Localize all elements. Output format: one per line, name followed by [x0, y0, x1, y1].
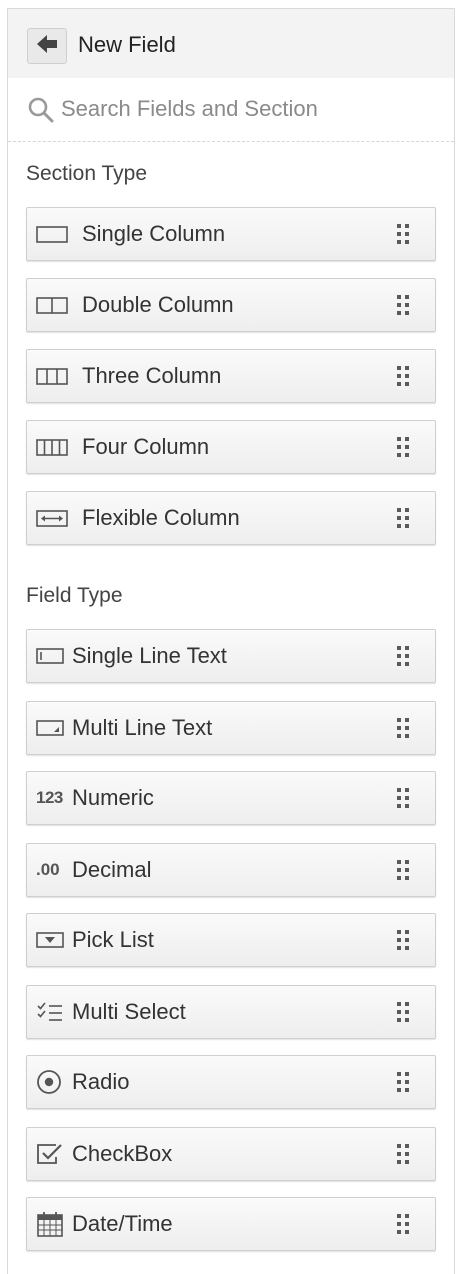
drag-handle-icon[interactable] — [397, 860, 409, 880]
checkbox-icon — [36, 1141, 70, 1167]
drag-handle-icon[interactable] — [397, 508, 409, 528]
field-item-radio[interactable]: Radio — [26, 1055, 436, 1109]
item-label: Multi Line Text — [72, 715, 213, 740]
section-item-flexible-column[interactable]: Flexible Column — [26, 491, 436, 545]
multi-line-text-icon — [36, 715, 70, 741]
field-item-numeric[interactable]: 123 Numeric — [26, 771, 436, 825]
field-item-checkbox[interactable]: CheckBox — [26, 1127, 436, 1181]
panel-title: New Field — [78, 32, 176, 57]
new-field-panel: New Field Section Type Single Column Dou… — [7, 8, 455, 1274]
item-label: Multi Select — [72, 999, 186, 1024]
drag-handle-icon[interactable] — [397, 930, 409, 950]
decimal-icon: .00 — [36, 860, 60, 879]
search-bar — [8, 78, 454, 142]
drag-handle-icon[interactable] — [397, 1002, 409, 1022]
double-column-icon — [36, 292, 70, 318]
drag-handle-icon[interactable] — [397, 1144, 409, 1164]
section-item-double-column[interactable]: Double Column — [26, 278, 436, 332]
radio-icon — [36, 1069, 70, 1095]
section-item-single-column[interactable]: Single Column — [26, 207, 436, 261]
back-button[interactable] — [27, 28, 67, 64]
item-label: Single Column — [82, 221, 226, 246]
search-icon — [27, 96, 55, 129]
single-line-text-icon — [36, 643, 70, 669]
section-item-four-column[interactable]: Four Column — [26, 420, 436, 474]
drag-handle-icon[interactable] — [397, 437, 409, 457]
item-label: Double Column — [82, 292, 234, 317]
section-item-three-column[interactable]: Three Column — [26, 349, 436, 403]
item-label: Three Column — [82, 363, 222, 388]
item-label: Numeric — [72, 785, 154, 810]
item-label: Four Column — [82, 434, 210, 459]
multi-select-icon — [36, 999, 70, 1025]
field-item-pick-list[interactable]: Pick List — [26, 913, 436, 967]
panel-header: New Field — [8, 9, 454, 78]
item-label: Flexible Column — [82, 505, 240, 530]
field-item-date-time[interactable]: Date/Time — [26, 1197, 436, 1251]
drag-handle-icon[interactable] — [397, 1214, 409, 1234]
field-item-multi-select[interactable]: Multi Select — [26, 985, 436, 1039]
drag-handle-icon[interactable] — [397, 718, 409, 738]
drag-handle-icon[interactable] — [397, 295, 409, 315]
numeric-icon: 123 — [36, 788, 63, 807]
drag-handle-icon[interactable] — [397, 788, 409, 808]
pick-list-icon — [36, 927, 70, 953]
four-column-icon — [36, 434, 70, 460]
drag-handle-icon[interactable] — [397, 646, 409, 666]
three-column-icon — [36, 363, 70, 389]
arrow-left-icon — [36, 34, 58, 59]
field-item-decimal[interactable]: .00 Decimal — [26, 843, 436, 897]
drag-handle-icon[interactable] — [397, 1072, 409, 1092]
search-input[interactable] — [61, 94, 441, 124]
item-label: CheckBox — [72, 1141, 173, 1166]
field-item-multi-line-text[interactable]: Multi Line Text — [26, 701, 436, 755]
item-label: Decimal — [72, 857, 152, 882]
item-label: Date/Time — [72, 1211, 173, 1236]
calendar-icon — [36, 1211, 70, 1237]
drag-handle-icon[interactable] — [397, 366, 409, 386]
section-type-heading: Section Type — [26, 162, 148, 185]
field-type-heading: Field Type — [26, 584, 123, 607]
item-label: Pick List — [72, 927, 154, 952]
single-column-icon — [36, 221, 70, 247]
drag-handle-icon[interactable] — [397, 224, 409, 244]
item-label: Single Line Text — [72, 643, 227, 668]
field-item-single-line-text[interactable]: Single Line Text — [26, 629, 436, 683]
flexible-column-icon — [36, 505, 70, 531]
item-label: Radio — [72, 1069, 130, 1094]
